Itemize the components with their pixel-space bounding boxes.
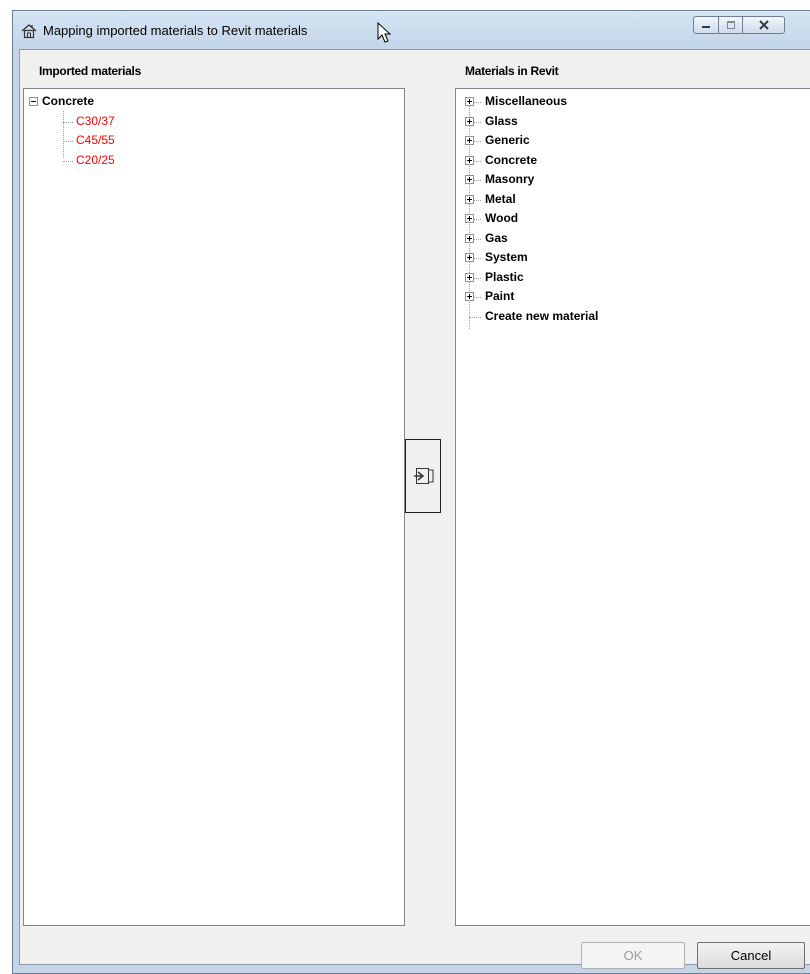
expand-icon[interactable] (465, 194, 474, 204)
revit-materials-label: Materials in Revit (465, 64, 559, 78)
maximize-icon (726, 21, 735, 29)
tree-node-plastic[interactable]: Plastic (456, 268, 810, 288)
tree-node-label: Generic (485, 133, 530, 147)
expand-icon[interactable] (465, 155, 474, 165)
assign-material-button[interactable] (405, 439, 441, 513)
tree-node-generic[interactable]: Generic (456, 131, 810, 151)
expand-icon[interactable] (465, 214, 474, 223)
window-controls (693, 16, 785, 36)
minimize-icon (702, 26, 710, 28)
tree-node-c30-37[interactable]: C30/37 (24, 112, 404, 132)
tree-node-gas[interactable]: Gas (456, 229, 810, 249)
tree-node-label: Gas (485, 230, 508, 245)
tree-node-miscellaneous[interactable]: Miscellaneous (456, 92, 810, 112)
ok-button[interactable]: OK (581, 942, 685, 969)
tree-node-concrete[interactable]: Concrete (456, 151, 810, 171)
tree-node-label: System (485, 250, 528, 264)
tree-node-label: C20/25 (76, 152, 115, 167)
expand-icon[interactable] (465, 175, 474, 184)
tree-node-c45-55[interactable]: C45/55 (24, 131, 404, 151)
expand-icon[interactable] (465, 272, 474, 282)
revit-house-icon (21, 24, 37, 39)
tree-node-label: Wood (485, 211, 519, 225)
tree-node-paint[interactable]: Paint (456, 287, 810, 307)
expand-icon[interactable] (465, 233, 474, 243)
tree-node-c20-25[interactable]: C20/25 (24, 151, 404, 171)
mouse-pointer-icon (377, 22, 392, 43)
expand-icon[interactable] (465, 136, 474, 145)
minimize-button[interactable] (693, 16, 719, 34)
import-arrow-icon (414, 468, 434, 484)
close-icon (758, 20, 769, 30)
tree-node-label: Plastic (485, 269, 524, 284)
maximize-button[interactable] (719, 16, 743, 34)
expand-icon[interactable] (465, 292, 474, 301)
tree-node-metal[interactable]: Metal (456, 190, 810, 210)
tree-node-label: C45/55 (76, 133, 115, 147)
expand-icon[interactable] (465, 97, 474, 106)
tree-node-system[interactable]: System (456, 248, 810, 268)
revit-materials-tree[interactable]: Miscellaneous Glass Generic Concrete Masonry… (455, 88, 810, 926)
dialog-client-area: Imported materials Concrete C30/37 C45/5… (19, 49, 810, 969)
tree-node-create-new-material[interactable]: Create new material (456, 307, 810, 327)
tree-node-wood[interactable]: Wood (456, 209, 810, 229)
imported-materials-tree[interactable]: Concrete C30/37 C45/55 C20/25 (23, 88, 405, 926)
imported-materials-label: Imported materials (39, 64, 141, 78)
window-title: Mapping imported materials to Revit mate… (43, 23, 308, 38)
tree-node-concrete[interactable]: Concrete (24, 92, 404, 112)
tree-node-label: Masonry (485, 172, 535, 186)
title-bar[interactable]: Mapping imported materials to Revit mate… (13, 11, 810, 49)
mapping-dialog-window: Mapping imported materials to Revit mate… (12, 10, 810, 974)
tree-node-label: Metal (485, 191, 516, 206)
close-button[interactable] (743, 16, 785, 34)
tree-node-label: Paint (485, 289, 515, 303)
expand-icon[interactable] (465, 116, 474, 126)
tree-node-label: C30/37 (76, 113, 115, 128)
tree-node-glass[interactable]: Glass (456, 112, 810, 132)
tree-node-label: Create new material (485, 308, 599, 323)
tree-node-label: Concrete (42, 94, 95, 108)
expand-icon[interactable] (465, 253, 474, 262)
collapse-icon[interactable] (29, 97, 38, 106)
tree-node-label: Concrete (485, 152, 538, 167)
tree-node-label: Miscellaneous (485, 94, 568, 108)
cancel-button[interactable]: Cancel (697, 942, 805, 969)
tree-node-masonry[interactable]: Masonry (456, 170, 810, 190)
tree-node-label: Glass (485, 113, 518, 128)
